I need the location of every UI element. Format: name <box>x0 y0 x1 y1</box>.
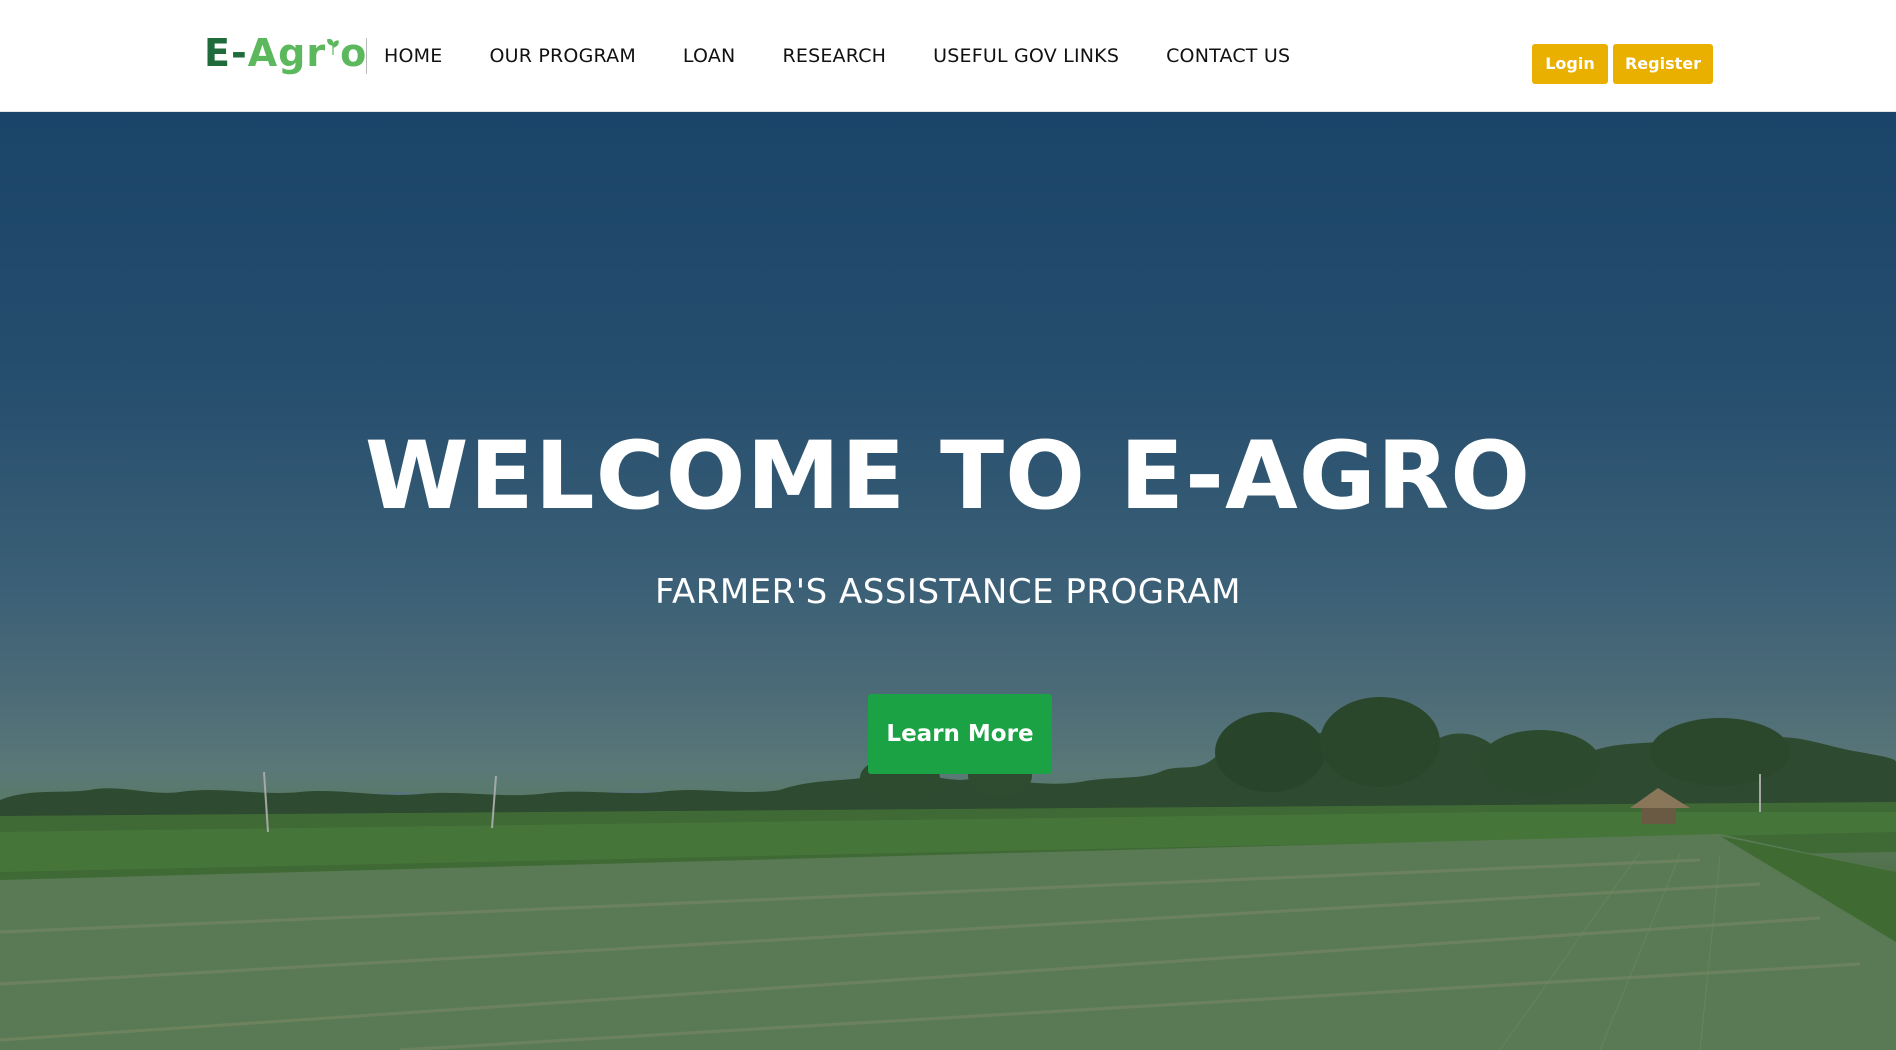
leaf-icon <box>327 39 339 55</box>
logo-mid: Ag <box>247 31 307 75</box>
logo-r: r <box>306 31 327 75</box>
learn-more-button[interactable]: Learn More <box>868 694 1052 774</box>
site-header: E- Ag r o HOME OUR PROGRAM LOAN RESEARCH… <box>0 0 1896 112</box>
login-button[interactable]: Login <box>1532 44 1608 84</box>
main-nav: HOME OUR PROGRAM LOAN RESEARCH USEFUL GO… <box>384 42 1337 70</box>
nav-item-contact-us[interactable]: CONTACT US <box>1166 42 1290 70</box>
nav-item-research[interactable]: RESEARCH <box>782 42 886 70</box>
hero-subtitle: FARMER'S ASSISTANCE PROGRAM <box>655 572 1241 612</box>
logo-end: o <box>340 31 368 75</box>
auth-buttons: Login Register <box>1532 44 1713 84</box>
logo-divider <box>366 38 367 74</box>
logo-prefix: E- <box>204 31 248 75</box>
nav-item-our-program[interactable]: OUR PROGRAM <box>489 42 635 70</box>
hero-section: WELCOME TO E-AGRO FARMER'S ASSISTANCE PR… <box>0 112 1896 1050</box>
register-button[interactable]: Register <box>1613 44 1713 84</box>
logo[interactable]: E- Ag r o <box>204 30 367 76</box>
hero-title: WELCOME TO E-AGRO <box>364 422 1532 531</box>
nav-item-loan[interactable]: LOAN <box>683 42 736 70</box>
nav-item-home[interactable]: HOME <box>384 42 442 70</box>
nav-item-useful-gov-links[interactable]: USEFUL GOV LINKS <box>933 42 1119 70</box>
